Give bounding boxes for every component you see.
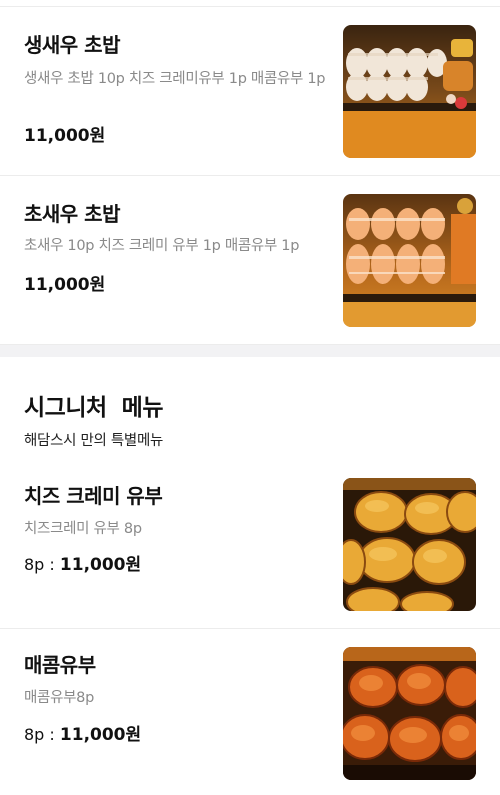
menu-item-price: 11,000원 <box>24 126 106 146</box>
cheese-cremi-yubu-image[interactable] <box>343 478 476 611</box>
menu-item-cooked-shrimp-sushi[interactable]: 초새우 초밥 초새우 10p 치즈 크레미 유부 1p 매콤유부 1p 11,0… <box>0 176 500 344</box>
menu-item-raw-shrimp-sushi[interactable]: 생새우 초밥 생새우 초밥 10p 치즈 크레미유부 1p 매콤유부 1p 11… <box>0 7 500 175</box>
section-separator <box>0 345 500 357</box>
menu-item-price: 11,000원 <box>24 275 106 295</box>
section-title: 시그니처 메뉴 <box>24 395 163 421</box>
cooked-shrimp-sushi-image[interactable] <box>343 194 476 327</box>
menu-item-cheese-cremi-yubu[interactable]: 치즈 크레미 유부 치즈크레미 유부 8p 8p : 11,000원 <box>0 462 500 628</box>
menu-item-price-value: 11,000원 <box>59 725 142 745</box>
menu-item-description: 매콤유부8p <box>24 690 94 706</box>
menu-item-name: 매콤유부 <box>24 653 96 677</box>
menu-item-name: 치즈 크레미 유부 <box>24 484 163 508</box>
menu-item-name: 생새우 초밥 <box>24 33 120 57</box>
menu-item-description: 치즈크레미 유부 8p <box>24 521 142 537</box>
menu-item-price: 8p : 11,000원 <box>24 720 141 745</box>
menu-item-description: 초새우 10p 치즈 크레미 유부 1p 매콤유부 1p <box>24 238 300 254</box>
menu-item-qty: 8p : <box>24 555 60 574</box>
section-subtitle: 해담스시 만의 특별메뉴 <box>24 433 164 449</box>
menu-item-spicy-yubu[interactable]: 매콤유부 매콤유부8p 8p : 11,000원 <box>0 629 500 795</box>
menu-item-price: 8p : 11,000원 <box>24 550 141 575</box>
spicy-yubu-image[interactable] <box>343 647 476 780</box>
menu-item-price-value: 11,000원 <box>59 555 142 575</box>
raw-shrimp-sushi-image[interactable] <box>343 25 476 158</box>
menu-item-qty: 8p : <box>24 725 60 744</box>
menu-item-description: 생새우 초밥 10p 치즈 크레미유부 1p 매콤유부 1p <box>24 71 326 87</box>
menu-item-name: 초새우 초밥 <box>24 202 120 226</box>
